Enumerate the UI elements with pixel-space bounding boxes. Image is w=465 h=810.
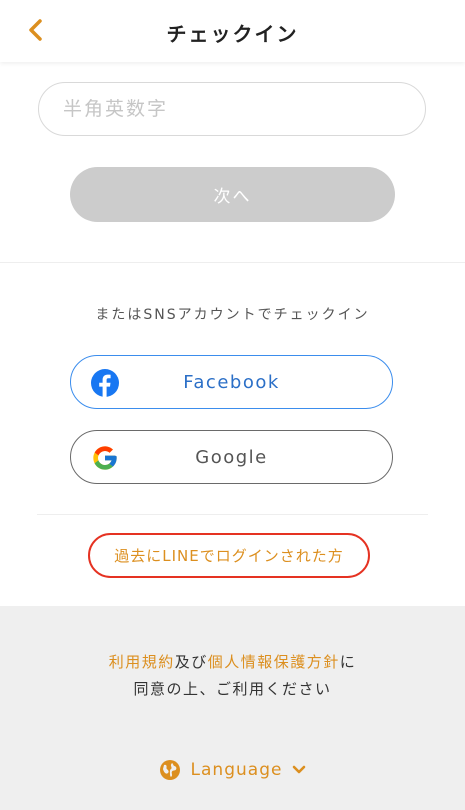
- terms-of-service-link[interactable]: 利用規約: [109, 653, 175, 671]
- terms-notice: 利用規約及び個人情報保護方針に 同意の上、ご利用ください: [0, 649, 465, 703]
- language-selector[interactable]: Language: [0, 759, 465, 781]
- footer: 利用規約及び個人情報保護方針に 同意の上、ご利用ください Language: [0, 606, 465, 810]
- facebook-label: Facebook: [183, 371, 280, 393]
- next-button[interactable]: 次へ: [70, 167, 395, 222]
- google-label: Google: [195, 446, 268, 468]
- chevron-down-icon: [293, 765, 306, 774]
- globe-icon: [159, 760, 180, 780]
- and-text: 及び: [174, 653, 208, 671]
- header-bar: チェックイン: [0, 0, 465, 62]
- sns-heading: またはSNSアカウントでチェックイン: [95, 307, 370, 323]
- page-title: チェックイン: [166, 22, 299, 46]
- code-input[interactable]: [39, 83, 425, 135]
- privacy-policy-link[interactable]: 個人情報保護方針: [208, 653, 340, 671]
- divider: [0, 262, 465, 263]
- facebook-login-button[interactable]: Facebook: [70, 355, 393, 409]
- language-label: Language: [190, 760, 283, 780]
- line-login-link[interactable]: 過去にLINEでログインされた方: [88, 533, 370, 578]
- divider: [37, 514, 428, 515]
- ni-text: に: [339, 653, 357, 671]
- code-input-container[interactable]: [38, 82, 426, 136]
- agree-text: 同意の上、ご利用ください: [133, 680, 332, 698]
- google-login-button[interactable]: Google: [70, 430, 393, 484]
